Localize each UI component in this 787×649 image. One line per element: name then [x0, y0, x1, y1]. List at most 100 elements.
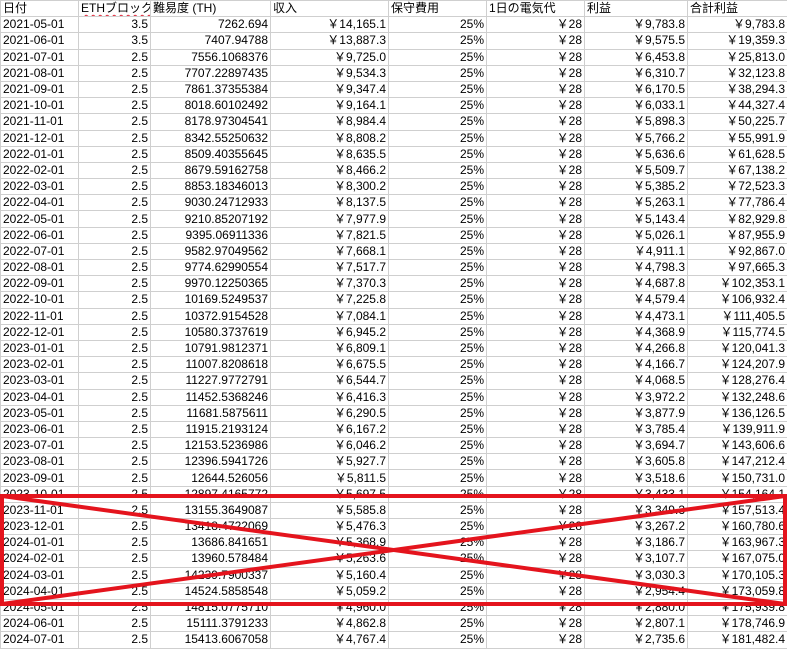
maintenance-cell[interactable]: 25%	[389, 438, 487, 454]
income-cell[interactable]: ￥6,167.2	[271, 421, 389, 437]
eth-reward-cell[interactable]: 2.5	[79, 421, 151, 437]
income-cell[interactable]: ￥4,862.8	[271, 616, 389, 632]
eth-reward-cell[interactable]: 2.5	[79, 340, 151, 356]
income-cell[interactable]: ￥5,263.6	[271, 551, 389, 567]
total-profit-cell[interactable]: ￥106,932.4	[688, 292, 787, 308]
eth-reward-cell[interactable]: 2.5	[79, 65, 151, 81]
income-cell[interactable]: ￥8,466.2	[271, 162, 389, 178]
total-profit-cell[interactable]: ￥82,929.8	[688, 211, 787, 227]
maintenance-cell[interactable]: 25%	[389, 227, 487, 243]
income-cell[interactable]: ￥5,476.3	[271, 519, 389, 535]
income-cell[interactable]: ￥8,984.4	[271, 114, 389, 130]
electricity-cell[interactable]: ￥28	[487, 567, 585, 583]
date-cell[interactable]: 2022-03-01	[1, 179, 79, 195]
income-cell[interactable]: ￥7,084.1	[271, 308, 389, 324]
total-profit-cell[interactable]: ￥87,955.9	[688, 227, 787, 243]
profit-cell[interactable]: ￥2,735.6	[585, 632, 688, 648]
total-profit-cell[interactable]: ￥157,513.4	[688, 502, 787, 518]
date-cell[interactable]: 2024-02-01	[1, 551, 79, 567]
profit-cell[interactable]: ￥2,954.4	[585, 583, 688, 599]
difficulty-cell[interactable]: 12396.5941726	[151, 454, 271, 470]
profit-cell[interactable]: ￥9,783.8	[585, 17, 688, 33]
profit-cell[interactable]: ￥4,798.3	[585, 260, 688, 276]
eth-reward-cell[interactable]: 2.5	[79, 114, 151, 130]
date-cell[interactable]: 2024-03-01	[1, 567, 79, 583]
eth-reward-cell[interactable]: 2.5	[79, 324, 151, 340]
date-cell[interactable]: 2022-10-01	[1, 292, 79, 308]
income-cell[interactable]: ￥4,960.0	[271, 599, 389, 615]
date-cell[interactable]: 2021-08-01	[1, 65, 79, 81]
electricity-cell[interactable]: ￥28	[487, 599, 585, 615]
income-cell[interactable]: ￥7,225.8	[271, 292, 389, 308]
profit-cell[interactable]: ￥3,785.4	[585, 421, 688, 437]
profit-cell[interactable]: ￥3,433.1	[585, 486, 688, 502]
maintenance-cell[interactable]: 25%	[389, 276, 487, 292]
profit-cell[interactable]: ￥3,518.6	[585, 470, 688, 486]
maintenance-cell[interactable]: 25%	[389, 470, 487, 486]
difficulty-cell[interactable]: 13686.841651	[151, 535, 271, 551]
date-cell[interactable]: 2022-04-01	[1, 195, 79, 211]
income-cell[interactable]: ￥6,675.5	[271, 357, 389, 373]
eth-reward-cell[interactable]: 2.5	[79, 357, 151, 373]
maintenance-cell[interactable]: 25%	[389, 243, 487, 259]
profit-cell[interactable]: ￥4,579.4	[585, 292, 688, 308]
total-profit-cell[interactable]: ￥150,731.0	[688, 470, 787, 486]
electricity-cell[interactable]: ￥28	[487, 179, 585, 195]
total-profit-cell[interactable]: ￥139,911.9	[688, 421, 787, 437]
total-profit-cell[interactable]: ￥136,126.5	[688, 405, 787, 421]
maintenance-cell[interactable]: 25%	[389, 502, 487, 518]
date-cell[interactable]: 2023-04-01	[1, 389, 79, 405]
total-profit-cell[interactable]: ￥124,207.9	[688, 357, 787, 373]
income-cell[interactable]: ￥13,887.3	[271, 33, 389, 49]
profit-cell[interactable]: ￥2,807.1	[585, 616, 688, 632]
income-cell[interactable]: ￥5,368.9	[271, 535, 389, 551]
difficulty-cell[interactable]: 9774.62990554	[151, 260, 271, 276]
income-cell[interactable]: ￥6,046.2	[271, 438, 389, 454]
profit-cell[interactable]: ￥3,107.7	[585, 551, 688, 567]
profit-cell[interactable]: ￥4,166.7	[585, 357, 688, 373]
maintenance-cell[interactable]: 25%	[389, 486, 487, 502]
profit-cell[interactable]: ￥5,385.2	[585, 179, 688, 195]
difficulty-cell[interactable]: 8018.60102492	[151, 98, 271, 114]
difficulty-cell[interactable]: 11227.9772791	[151, 373, 271, 389]
difficulty-cell[interactable]: 12644.526056	[151, 470, 271, 486]
total-profit-cell[interactable]: ￥111,405.5	[688, 308, 787, 324]
total-profit-cell[interactable]: ￥92,867.0	[688, 243, 787, 259]
maintenance-cell[interactable]: 25%	[389, 130, 487, 146]
header-difficulty[interactable]: 難易度 (TH)	[151, 1, 271, 17]
income-cell[interactable]: ￥5,697.5	[271, 486, 389, 502]
date-cell[interactable]: 2022-11-01	[1, 308, 79, 324]
date-cell[interactable]: 2022-02-01	[1, 162, 79, 178]
eth-reward-cell[interactable]: 2.5	[79, 276, 151, 292]
electricity-cell[interactable]: ￥28	[487, 114, 585, 130]
date-cell[interactable]: 2022-08-01	[1, 260, 79, 276]
date-cell[interactable]: 2023-01-01	[1, 340, 79, 356]
electricity-cell[interactable]: ￥28	[487, 470, 585, 486]
profit-cell[interactable]: ￥2,880.0	[585, 599, 688, 615]
profit-cell[interactable]: ￥4,911.1	[585, 243, 688, 259]
total-profit-cell[interactable]: ￥9,783.8	[688, 17, 787, 33]
income-cell[interactable]: ￥5,927.7	[271, 454, 389, 470]
difficulty-cell[interactable]: 14815.0775710	[151, 599, 271, 615]
maintenance-cell[interactable]: 25%	[389, 33, 487, 49]
total-profit-cell[interactable]: ￥67,138.2	[688, 162, 787, 178]
maintenance-cell[interactable]: 25%	[389, 146, 487, 162]
difficulty-cell[interactable]: 7556.1068376	[151, 49, 271, 65]
profit-cell[interactable]: ￥3,972.2	[585, 389, 688, 405]
header-maintenance[interactable]: 保守費用	[389, 1, 487, 17]
electricity-cell[interactable]: ￥28	[487, 632, 585, 648]
difficulty-cell[interactable]: 14524.5858548	[151, 583, 271, 599]
total-profit-cell[interactable]: ￥97,665.3	[688, 260, 787, 276]
eth-reward-cell[interactable]: 2.5	[79, 292, 151, 308]
date-cell[interactable]: 2024-06-01	[1, 616, 79, 632]
electricity-cell[interactable]: ￥28	[487, 17, 585, 33]
maintenance-cell[interactable]: 25%	[389, 17, 487, 33]
income-cell[interactable]: ￥7,370.3	[271, 276, 389, 292]
total-profit-cell[interactable]: ￥102,353.1	[688, 276, 787, 292]
total-profit-cell[interactable]: ￥175,939.8	[688, 599, 787, 615]
electricity-cell[interactable]: ￥28	[487, 551, 585, 567]
difficulty-cell[interactable]: 9210.85207192	[151, 211, 271, 227]
income-cell[interactable]: ￥6,544.7	[271, 373, 389, 389]
eth-reward-cell[interactable]: 2.5	[79, 519, 151, 535]
maintenance-cell[interactable]: 25%	[389, 519, 487, 535]
